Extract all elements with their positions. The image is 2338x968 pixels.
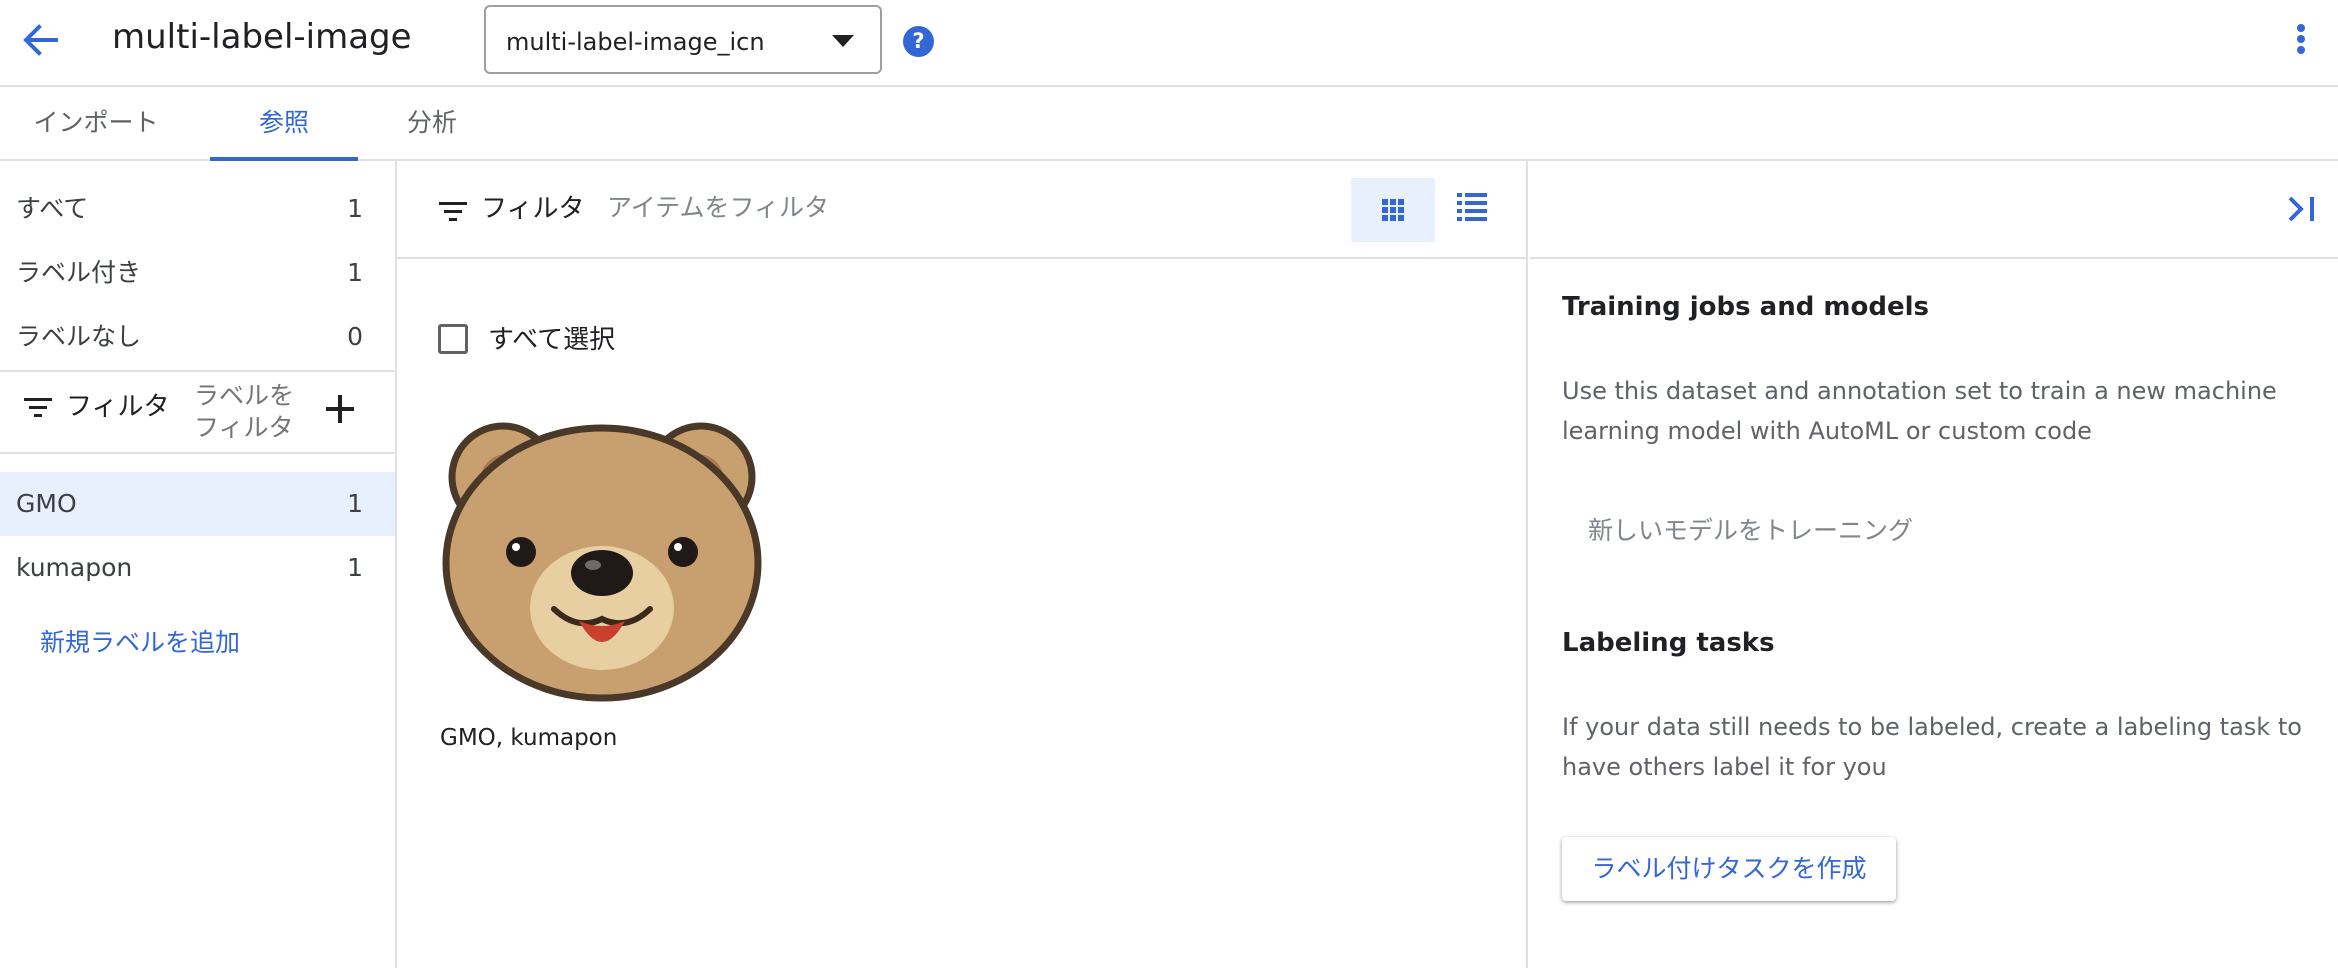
select-all-checkbox[interactable]: すべて選択 bbox=[438, 322, 638, 362]
label-filter-input[interactable] bbox=[194, 380, 314, 444]
dropdown-caret-icon bbox=[832, 35, 854, 47]
image-item-card[interactable]: GMO, kumapon bbox=[437, 413, 767, 753]
app-header: multi-label-image multi-label-image_icn … bbox=[0, 0, 2338, 87]
training-section-title: Training jobs and models bbox=[1562, 292, 1929, 322]
tab-browse[interactable]: 参照 bbox=[210, 87, 358, 161]
select-all-label: すべて選択 bbox=[488, 325, 616, 355]
item-filter-input[interactable] bbox=[607, 187, 987, 227]
label-item-name: GMO bbox=[16, 489, 77, 518]
filter-labeled-count: 1 bbox=[347, 258, 363, 287]
label-item-name: kumapon bbox=[16, 553, 133, 582]
filter-labeled-label: ラベル付き bbox=[16, 258, 142, 287]
filter-labeled[interactable]: ラベル付き 1 bbox=[0, 241, 395, 305]
dataset-select-value: multi-label-image_icn bbox=[506, 28, 765, 56]
info-panel: Training jobs and models Use this datase… bbox=[1530, 161, 2338, 968]
label-item-kumapon[interactable]: kumapon 1 bbox=[0, 536, 395, 600]
filter-all-count: 1 bbox=[347, 194, 363, 223]
filter-icon bbox=[439, 202, 469, 224]
tab-bar: インポート 参照 分析 bbox=[0, 87, 2338, 161]
filter-icon bbox=[24, 398, 54, 420]
add-new-label-link[interactable]: 新規ラベルを追加 bbox=[40, 627, 240, 659]
labeling-section-description: If your data still needs to be labeled, … bbox=[1562, 713, 2302, 781]
item-browser: フィルタ すべて選択 bbox=[397, 161, 1528, 968]
info-panel-header bbox=[1530, 161, 2338, 259]
label-item-gmo[interactable]: GMO 1 bbox=[0, 472, 395, 536]
bear-face-image bbox=[442, 422, 762, 702]
filter-all-label: すべて bbox=[16, 194, 89, 223]
page-title: multi-label-image bbox=[112, 17, 412, 57]
help-icon[interactable]: ? bbox=[903, 26, 934, 57]
filter-all[interactable]: すべて 1 bbox=[0, 177, 395, 241]
filter-unlabeled-count: 0 bbox=[347, 322, 363, 351]
label-sidebar: すべて 1 ラベル付き 1 ラベルなし 0 フィルタ GMO 1 kumapon… bbox=[0, 161, 397, 968]
list-view-icon[interactable] bbox=[1457, 191, 1489, 223]
more-vert-icon[interactable] bbox=[2286, 18, 2316, 58]
create-labeling-task-button[interactable]: ラベル付けタスクを作成 bbox=[1562, 837, 1896, 901]
item-filter-button[interactable]: フィルタ bbox=[439, 191, 599, 231]
label-filter-button[interactable]: フィルタ bbox=[22, 387, 172, 427]
dataset-select[interactable]: multi-label-image_icn bbox=[484, 5, 882, 74]
create-labeling-task-label: ラベル付けタスクを作成 bbox=[1591, 854, 1867, 883]
label-filter-text: フィルタ bbox=[66, 392, 170, 422]
train-new-model-label: 新しいモデルをトレーニング bbox=[1588, 516, 1914, 545]
checkbox-icon bbox=[438, 324, 468, 354]
label-item-count: 1 bbox=[347, 553, 363, 582]
divider bbox=[0, 370, 395, 372]
add-icon[interactable] bbox=[322, 391, 358, 427]
labeling-section-title: Labeling tasks bbox=[1562, 628, 1775, 658]
train-new-model-button[interactable]: 新しいモデルをトレーニング bbox=[1562, 503, 1962, 559]
filter-unlabeled[interactable]: ラベルなし 0 bbox=[0, 305, 395, 369]
arrow-back-icon bbox=[23, 24, 58, 56]
item-filter-text: フィルタ bbox=[481, 194, 585, 224]
tab-analyze[interactable]: 分析 bbox=[392, 87, 472, 159]
item-toolbar: フィルタ bbox=[397, 161, 1526, 259]
collapse-panel-icon[interactable] bbox=[2282, 189, 2322, 229]
collapse-panel-icon-glyph bbox=[2288, 196, 2314, 222]
filter-unlabeled-label: ラベルなし bbox=[16, 322, 142, 351]
back-button[interactable] bbox=[14, 14, 66, 66]
label-item-count: 1 bbox=[347, 489, 363, 518]
training-section-description: Use this dataset and annotation set to t… bbox=[1562, 377, 2277, 445]
grid-view-icon[interactable] bbox=[1351, 178, 1435, 242]
divider bbox=[0, 452, 395, 454]
tab-import[interactable]: インポート bbox=[14, 87, 178, 159]
image-item-caption: GMO, kumapon bbox=[440, 725, 618, 751]
